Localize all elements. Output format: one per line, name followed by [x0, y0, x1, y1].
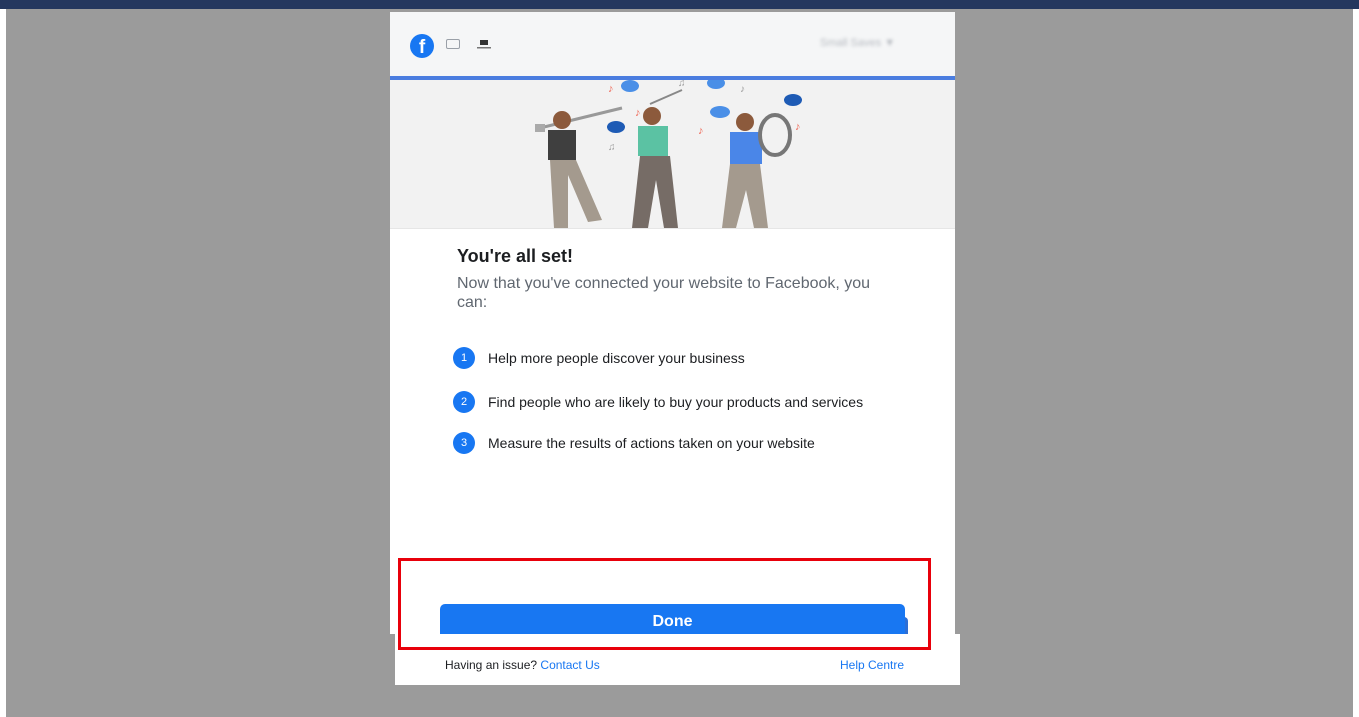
step-text: Find people who are likely to buy your p… — [488, 394, 864, 410]
shop-icon — [477, 40, 491, 49]
dialog-header: f Small Saves ▼ — [390, 12, 955, 76]
highlight-annotation-box — [398, 558, 931, 650]
browser-top-bar — [0, 0, 1359, 9]
chat-bubble-icon — [446, 39, 460, 49]
issue-label: Having an issue? — [445, 658, 538, 672]
svg-text:♪: ♪ — [795, 121, 801, 133]
svg-text:♪: ♪ — [698, 125, 704, 137]
step-number-badge: 1 — [453, 347, 475, 369]
page-title: You're all set! — [457, 246, 573, 266]
step-text: Help more people discover your business — [488, 350, 745, 366]
contact-us-link[interactable]: Contact Us — [540, 658, 599, 672]
step-text: Measure the results of actions taken on … — [488, 435, 815, 451]
issue-text: Having an issue? Contact Us — [445, 658, 600, 672]
facebook-setup-dialog: f Small Saves ▼ ♪ ♫ ♪ ♫ ♪ ♪ ♪ You're all… — [390, 12, 955, 643]
help-centre-link[interactable]: Help Centre — [840, 658, 904, 672]
facebook-logo-icon: f — [410, 34, 434, 58]
svg-text:♪: ♪ — [608, 83, 614, 95]
step-number-badge: 2 — [453, 391, 475, 413]
svg-text:♫: ♫ — [608, 142, 616, 153]
svg-text:♪: ♪ — [740, 84, 745, 95]
svg-text:♪: ♪ — [635, 107, 641, 119]
page-subtitle: Now that you've connected your website t… — [457, 275, 871, 311]
account-selector[interactable]: Small Saves ▼ — [820, 37, 895, 49]
svg-text:♫: ♫ — [678, 80, 686, 89]
musicians-illustration: ♪ ♫ ♪ ♫ ♪ ♪ ♪ — [390, 80, 955, 229]
step-number-badge: 3 — [453, 432, 475, 454]
